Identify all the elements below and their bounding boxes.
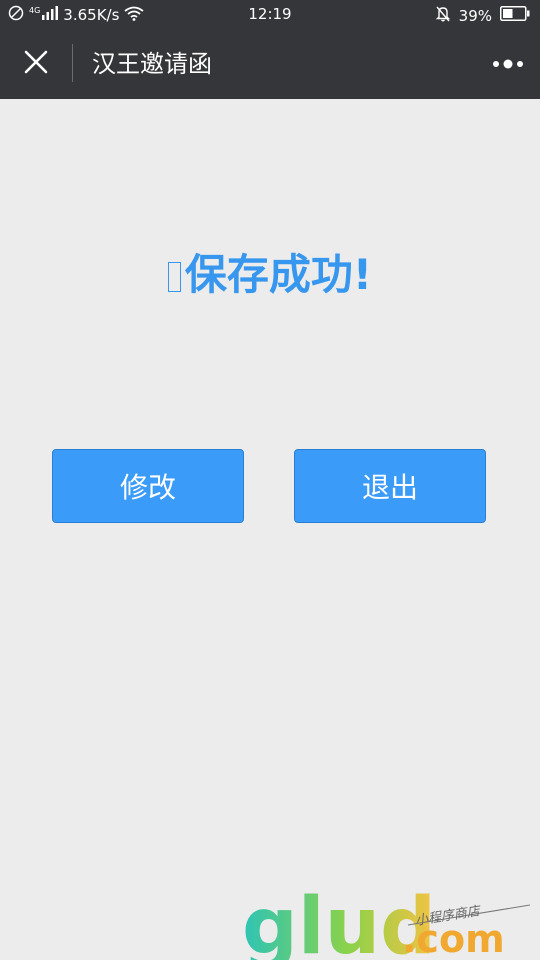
page-title: 汉王邀请函 (92, 50, 212, 78)
watermark-logo: glud .com 小程序商店 (242, 885, 531, 960)
edit-button-label: 修改 (119, 471, 176, 504)
status-right: 39% (435, 5, 530, 26)
battery-percent: 39% (458, 6, 492, 25)
nav-bar: 汉王邀请函 (0, 30, 540, 99)
exit-button-label: 退出 (361, 471, 418, 504)
bell-muted-icon (435, 5, 451, 26)
success-message: 保存成功! (184, 250, 373, 299)
edit-button[interactable]: 修改 (52, 449, 244, 523)
missing-glyph-icon (167, 262, 181, 292)
success-message-row: 保存成功! (0, 245, 540, 305)
status-bar: 4G 3.65K/s 12:19 39% (0, 0, 540, 30)
more-button[interactable] (488, 46, 528, 80)
battery-icon (500, 6, 530, 25)
exit-button[interactable]: 退出 (294, 449, 486, 523)
more-icon (492, 54, 524, 73)
close-icon (24, 50, 48, 78)
nav-divider (72, 44, 73, 82)
close-button[interactable] (14, 42, 58, 86)
